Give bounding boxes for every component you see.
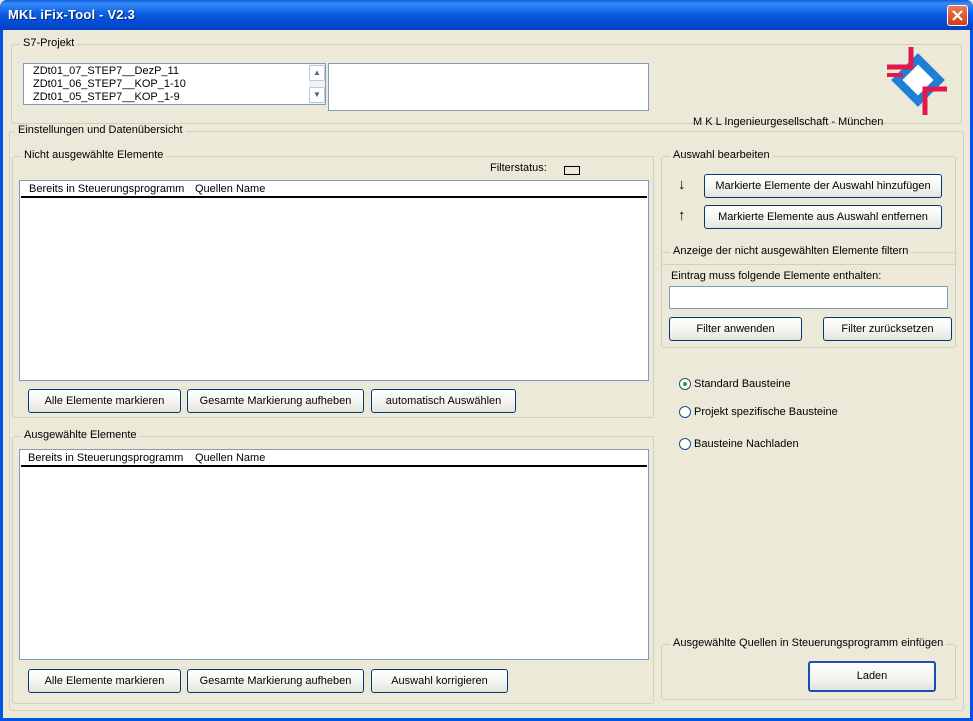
client-area: S7-Projekt ZDt01_07_STEP7__DezP_11 ZDt01… — [3, 30, 970, 718]
company-name: M K L Ingenieurgesellschaft - München — [693, 116, 884, 128]
unselected-elements-label: Nicht ausgewählte Elemente — [21, 149, 167, 161]
column-header-in-program[interactable]: Bereits in Steuerungsprogramm — [29, 183, 184, 195]
arrow-down-icon: ↓ — [678, 176, 686, 193]
selected-elements-label: Ausgewählte Elemente — [21, 429, 140, 441]
insert-sources-label: Ausgewählte Quellen in Steuerungsprogram… — [670, 637, 947, 649]
insert-sources-group: Ausgewählte Quellen in Steuerungsprogram… — [661, 637, 956, 700]
project-list[interactable]: ZDt01_07_STEP7__DezP_11 ZDt01_06_STEP7__… — [23, 63, 326, 105]
auto-select-button[interactable]: automatisch Auswählen — [371, 389, 516, 413]
remove-from-selection-button[interactable]: Markierte Elemente aus Auswahl entfernen — [704, 205, 942, 229]
scroll-down-icon[interactable]: ▼ — [309, 87, 325, 103]
edit-selection-label: Auswahl bearbeiten — [670, 149, 773, 161]
radio-standard-bausteine[interactable] — [679, 378, 691, 390]
s7-project-label: S7-Projekt — [20, 37, 78, 49]
filter-status-label: Filterstatus: — [490, 162, 547, 174]
apply-filter-button[interactable]: Filter anwenden — [669, 317, 802, 341]
unselected-elements-list[interactable]: Bereits in Steuerungsprogramm Quellen Na… — [19, 180, 649, 381]
title-bar[interactable]: MKL iFix-Tool - V2.3 — [0, 0, 973, 30]
selected-list-header: Bereits in Steuerungsprogramm Quellen Na… — [21, 451, 647, 467]
add-to-selection-button[interactable]: Markierte Elemente der Auswahl hinzufüge… — [704, 174, 942, 198]
project-list-scrollbar[interactable]: ▲ ▼ — [309, 64, 325, 104]
project-item[interactable]: ZDt01_05_STEP7__KOP_1-9 — [33, 91, 180, 103]
radio-bausteine-nachladen-label[interactable]: Bausteine Nachladen — [694, 438, 799, 450]
load-button[interactable]: Laden — [808, 661, 936, 692]
mkl-logo — [887, 47, 947, 115]
column-header-source-name[interactable]: Quellen Name — [195, 183, 265, 195]
unselected-elements-group: Nicht ausgewählte Elemente Filterstatus:… — [12, 149, 654, 418]
correct-selection-button[interactable]: Auswahl korrigieren — [371, 669, 508, 693]
close-button[interactable] — [947, 5, 968, 26]
selected-elements-group: Ausgewählte Elemente Bereits in Steuerun… — [12, 429, 654, 704]
radio-projekt-bausteine[interactable] — [679, 406, 691, 418]
arrow-up-icon: ↑ — [678, 207, 686, 224]
s7-project-group: S7-Projekt ZDt01_07_STEP7__DezP_11 ZDt01… — [11, 37, 962, 128]
selected-elements-list[interactable]: Bereits in Steuerungsprogramm Quellen Na… — [19, 449, 649, 660]
filter-input[interactable] — [669, 286, 948, 309]
filter-prompt: Eintrag muss folgende Elemente enthalten… — [671, 270, 882, 282]
unmark-all-unselected-button[interactable]: Gesamte Markierung aufheben — [187, 389, 364, 413]
column-header-in-program[interactable]: Bereits in Steuerungsprogramm — [28, 452, 183, 464]
project-item[interactable]: ZDt01_06_STEP7__KOP_1-10 — [33, 78, 186, 90]
filter-group-label: Anzeige der nicht ausgewählten Elemente … — [670, 245, 912, 257]
radio-bausteine-nachladen[interactable] — [679, 438, 691, 450]
reset-filter-button[interactable]: Filter zurücksetzen — [823, 317, 952, 341]
radio-standard-bausteine-label[interactable]: Standard Bausteine — [694, 378, 791, 390]
settings-label: Einstellungen und Datenübersicht — [15, 124, 186, 136]
project-detail-box — [328, 63, 649, 111]
unselected-list-header: Bereits in Steuerungsprogramm Quellen Na… — [21, 182, 647, 198]
radio-projekt-bausteine-label[interactable]: Projekt spezifische Bausteine — [694, 406, 838, 418]
project-item[interactable]: ZDt01_07_STEP7__DezP_11 — [33, 65, 179, 77]
scroll-up-icon[interactable]: ▲ — [309, 65, 325, 81]
mark-all-selected-button[interactable]: Alle Elemente markieren — [28, 669, 181, 693]
filter-status-indicator — [564, 166, 580, 175]
unmark-all-selected-button[interactable]: Gesamte Markierung aufheben — [187, 669, 364, 693]
close-icon — [952, 10, 963, 21]
filter-group: Anzeige der nicht ausgewählten Elemente … — [661, 245, 956, 348]
mark-all-unselected-button[interactable]: Alle Elemente markieren — [28, 389, 181, 413]
column-header-source-name[interactable]: Quellen Name — [195, 452, 265, 464]
app-window: MKL iFix-Tool - V2.3 S7-Projekt ZDt01_07… — [0, 0, 973, 721]
window-title: MKL iFix-Tool - V2.3 — [8, 7, 136, 22]
